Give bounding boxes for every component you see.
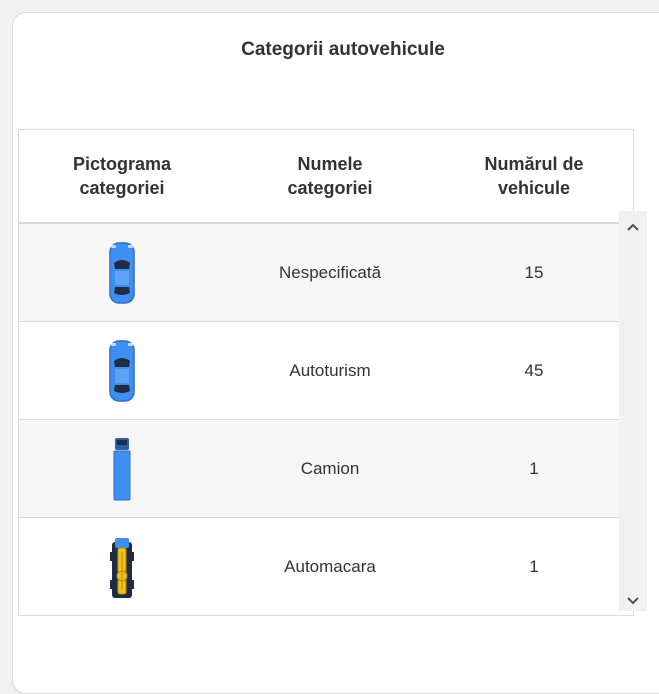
- category-icon-cell: [19, 420, 225, 517]
- vehicle-count: 45: [524, 360, 544, 380]
- car-icon: [109, 339, 135, 402]
- category-name: Autoturism: [289, 360, 371, 380]
- table-row[interactable]: Autoturism 45: [19, 322, 633, 420]
- category-name: Camion: [300, 458, 360, 478]
- car-icon: [109, 241, 135, 304]
- vehicle-count: 1: [529, 458, 539, 478]
- categories-table: Pictograma categoriei Numele categoriei …: [18, 129, 634, 616]
- chevron-up-icon[interactable]: [619, 217, 647, 237]
- category-icon-cell: [19, 224, 225, 321]
- table-header: Pictograma categoriei Numele categoriei …: [19, 130, 633, 224]
- category-name: Automacara: [284, 556, 376, 576]
- table-row[interactable]: Automacara 1: [19, 518, 633, 615]
- crane-truck-icon: [110, 537, 134, 598]
- table-scrollbar[interactable]: [619, 211, 647, 611]
- table-row[interactable]: Nespecificată 15: [19, 224, 633, 322]
- chevron-down-icon[interactable]: [619, 591, 647, 611]
- truck-icon: [113, 437, 131, 500]
- panel-title: Categorii autovehicule: [241, 39, 445, 60]
- vehicle-count: 1: [529, 556, 539, 576]
- category-name: Nespecificată: [278, 262, 382, 282]
- category-icon-cell: [19, 518, 225, 615]
- column-header-icon[interactable]: Pictograma categoriei: [19, 130, 225, 222]
- vehicle-categories-panel: Categorii autovehicule Pictograma catego…: [12, 12, 659, 694]
- table-row[interactable]: Camion 1: [19, 420, 633, 518]
- vehicle-count: 15: [524, 262, 544, 282]
- column-header-count[interactable]: Numărul de vehicule: [435, 130, 633, 222]
- category-icon-cell: [19, 322, 225, 419]
- column-header-name[interactable]: Numele categoriei: [225, 130, 435, 222]
